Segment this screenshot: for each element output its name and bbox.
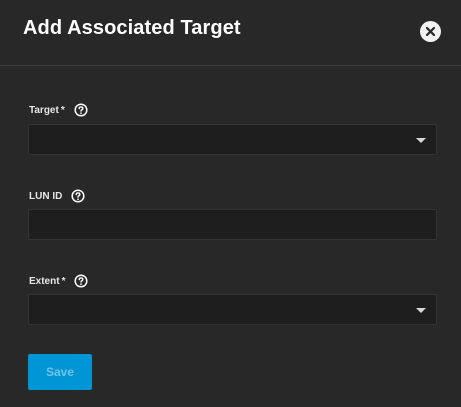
target-select[interactable] xyxy=(28,124,437,155)
dialog-title: Add Associated Target xyxy=(23,17,241,39)
lun-id-input[interactable] xyxy=(28,209,437,240)
close-button[interactable] xyxy=(420,21,441,42)
lun-id-label: LUN ID xyxy=(29,190,63,202)
extent-required-mark: * xyxy=(61,275,66,287)
extent-select[interactable] xyxy=(28,294,437,325)
lun-id-label-row: LUN ID xyxy=(29,187,85,205)
chevron-down-icon xyxy=(416,138,426,143)
add-associated-target-dialog: Add Associated Target Target * LUN ID Ex… xyxy=(0,0,461,407)
help-icon[interactable] xyxy=(74,103,88,117)
target-required-mark: * xyxy=(60,104,65,116)
extent-label: Extent xyxy=(29,275,60,287)
target-label-row: Target * xyxy=(29,101,88,119)
save-button[interactable]: Save xyxy=(28,354,92,390)
chevron-down-icon xyxy=(416,308,426,313)
dialog-header: Add Associated Target xyxy=(0,0,461,66)
target-label: Target xyxy=(29,104,59,116)
help-icon[interactable] xyxy=(74,274,89,288)
extent-label-row: Extent * xyxy=(29,272,89,290)
close-icon xyxy=(425,26,436,37)
help-icon[interactable] xyxy=(71,189,85,203)
